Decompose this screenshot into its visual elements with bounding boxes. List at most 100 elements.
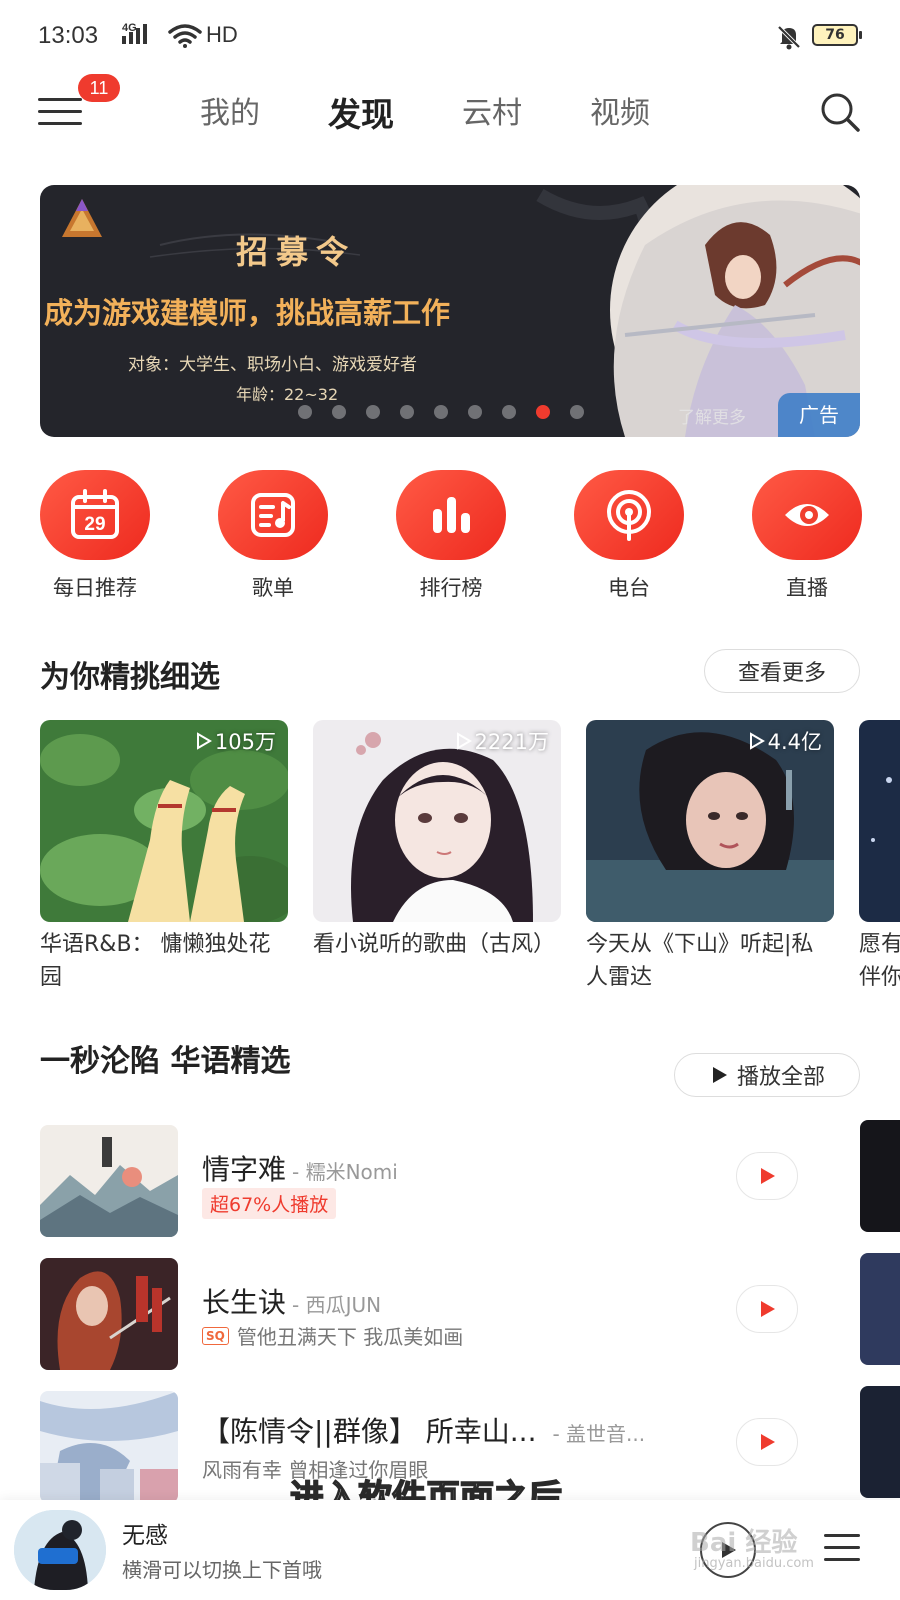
play-count: 2221万 (453, 726, 549, 756)
playlist-name: 愿有伴你 (859, 932, 900, 990)
play-count: 4.4亿 (746, 726, 822, 756)
daily-recommend-button[interactable]: 29 每日推荐 (40, 470, 150, 602)
playlist-card[interactable]: 105万 华语R&B： 慵懒独处花园 (40, 720, 288, 994)
playlist-cover: 105万 (40, 720, 288, 922)
play-icon (761, 1168, 775, 1184)
song-cover (40, 1391, 178, 1503)
charts-label: 排行榜 (419, 576, 483, 600)
peek-cover (860, 1120, 900, 1232)
radio-button[interactable]: 电台 (574, 470, 684, 602)
top-tabs: 我的 发现 云村 视频 (200, 88, 718, 136)
playlist-name: 今天从《下山》听起|私人雷达 (586, 932, 814, 990)
sq-quality-badge: SQ (202, 1326, 229, 1345)
song-title: 情字难 - 糯米Nomi (202, 1148, 398, 1188)
next-page-peek[interactable] (860, 1120, 900, 1519)
song-row[interactable]: 情字难 - 糯米Nomi 超67%人播放 (40, 1120, 860, 1253)
song-description: 管他丑满天下 我瓜美如画 (236, 1325, 464, 1349)
playlist-name: 看小说听的歌曲（古风） (313, 932, 556, 957)
promo-banner[interactable]: 招募令 成为游戏建模师，挑战高薪工作 对象：大学生、职场小白、游戏爱好者 年龄：… (40, 185, 860, 437)
hot-tag: 超67%人播放 (202, 1188, 337, 1219)
status-time: 13:03 (38, 22, 99, 49)
see-more-button[interactable]: 查看更多 (704, 649, 860, 693)
banner-headline: 成为游戏建模师，挑战高薪工作 (44, 296, 451, 330)
playlist-button[interactable]: 歌单 (218, 470, 328, 602)
pagination-dot[interactable] (570, 405, 584, 419)
tab-video[interactable]: 视频 (590, 88, 650, 136)
menu-button[interactable] (38, 92, 84, 130)
pagination-dot[interactable] (502, 405, 516, 419)
picks-section-title: 为你精挑细选 (40, 660, 220, 695)
pagination-dot[interactable] (366, 405, 380, 419)
network-type: 4G (122, 22, 137, 34)
wifi-label: HD (206, 22, 238, 47)
pagination-dot[interactable] (298, 405, 312, 419)
playlist-queue-icon[interactable] (820, 1530, 860, 1570)
play-outline-icon (196, 732, 212, 750)
tab-mine[interactable]: 我的 (200, 88, 260, 136)
cellular-signal-icon: 4G (122, 22, 147, 44)
baidu-watermark-url: jingyan.baidu.com (694, 1556, 814, 1571)
banner-learn-more[interactable]: 了解更多 (678, 403, 746, 428)
play-count: 105万 (193, 726, 276, 756)
song-row[interactable]: 长生诀 - 西瓜JUN SQ 管他丑满天下 我瓜美如画 (40, 1253, 860, 1386)
song-title: 【陈情令||群像】 所幸山... - 盖世音... (202, 1410, 645, 1450)
live-label: 直播 (786, 576, 828, 600)
song-list: 情字难 - 糯米Nomi 超67%人播放 长生诀 - 西瓜JUN SQ 管他丑满天下… (40, 1120, 860, 1519)
pagination-dot[interactable] (332, 405, 346, 419)
play-all-button[interactable]: 播放全部 (674, 1053, 860, 1097)
play-count-value: 4.4亿 (767, 730, 822, 754)
ad-badge: 广告 (778, 393, 860, 437)
banner-age: 年龄：22~32 (236, 385, 339, 404)
playlist-label: 歌单 (252, 576, 294, 600)
status-bar: 13:03 4G HD 76 (0, 0, 900, 74)
pyramid-logo-icon (62, 199, 102, 237)
now-playing-cover[interactable] (14, 1510, 106, 1590)
playlist-card[interactable]: 4.4亿 今天从《下山》听起|私人雷达 (586, 720, 834, 994)
banner-subtitle: 对象：大学生、职场小白、游戏爱好者 (128, 355, 417, 375)
live-button[interactable]: 直播 (752, 470, 862, 602)
playlist-name: 华语R&B： 慵懒独处花园 (40, 932, 271, 990)
song-name: 情字难 (202, 1153, 287, 1186)
play-outline-icon (456, 732, 472, 750)
song-artist: - 糯米Nomi (292, 1160, 398, 1184)
calendar-date: 29 (84, 514, 105, 535)
play-count-value: 2221万 (474, 730, 549, 754)
song-play-button[interactable] (736, 1152, 798, 1200)
banner-pagination (298, 405, 584, 419)
notification-badge: 11 (78, 74, 120, 102)
pagination-dot[interactable] (434, 405, 448, 419)
playlist-cover: 4.4亿 (586, 720, 834, 922)
song-name: 长生诀 (202, 1286, 287, 1319)
song-artist: - 盖世音... (552, 1422, 646, 1446)
play-count-value: 105万 (214, 730, 276, 754)
tab-cloud-village[interactable]: 云村 (462, 88, 522, 136)
pagination-dot[interactable] (536, 405, 550, 419)
playlist-card-partial[interactable]: 愿有伴你 (859, 720, 900, 994)
search-icon[interactable] (818, 90, 862, 134)
pagination-dot[interactable] (468, 405, 482, 419)
song-artist: - 西瓜JUN (292, 1293, 382, 1317)
song-play-button[interactable] (736, 1418, 798, 1466)
play-all-label: 播放全部 (736, 1065, 825, 1090)
play-icon (761, 1301, 775, 1317)
radio-label: 电台 (608, 576, 650, 600)
radio-icon (574, 470, 684, 560)
wifi-icon (168, 24, 202, 48)
peek-cover (860, 1386, 900, 1498)
playlist-cover: 2221万 (313, 720, 561, 922)
play-outline-icon (749, 732, 765, 750)
bell-muted-icon (777, 25, 801, 50)
playlist-cover (859, 720, 900, 922)
playlist-carousel: 105万 华语R&B： 慵懒独处花园 2221万 看小说听的歌曲（古风） 4.4… (40, 720, 900, 1010)
tab-discover[interactable]: 发现 (328, 88, 394, 136)
battery-indicator: 76 (812, 24, 862, 46)
peek-cover (860, 1253, 900, 1365)
pagination-dot[interactable] (400, 405, 414, 419)
charts-button[interactable]: 排行榜 (396, 470, 506, 602)
now-playing-title: 无感 (122, 1523, 168, 1549)
menu-icon (38, 98, 82, 101)
banner-title: 招募令 (236, 233, 357, 271)
playlist-card[interactable]: 2221万 看小说听的歌曲（古风） (313, 720, 561, 961)
song-play-button[interactable] (736, 1285, 798, 1333)
featured-section-title: 一秒沦陷 华语精选 (40, 1044, 291, 1079)
